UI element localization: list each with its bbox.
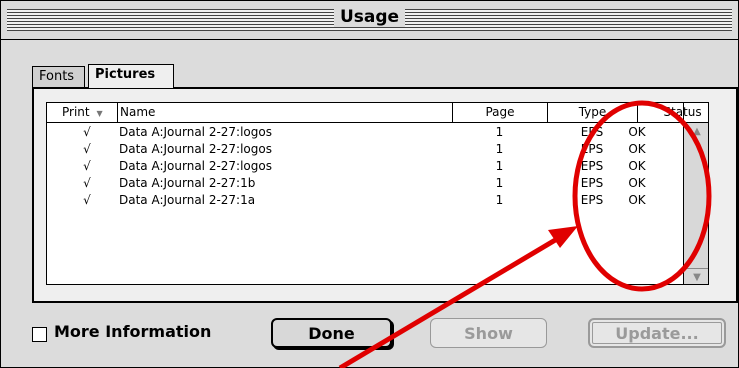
picture-name: Data A:Journal 2-27:logos — [119, 159, 272, 173]
column-header-print[interactable]: Print ▼ — [62, 103, 117, 122]
table-row[interactable]: √ Data A:Journal 2-27:1a 1 EPS OK — [47, 192, 682, 208]
picture-page: 1 — [495, 176, 504, 190]
picture-page: 1 — [495, 159, 504, 173]
print-check[interactable]: √ — [72, 158, 102, 174]
done-button[interactable]: Done — [271, 318, 392, 348]
scroll-down-arrow-icon[interactable]: ▼ — [684, 268, 708, 284]
print-check[interactable]: √ — [72, 175, 102, 191]
column-header-print-label: Print — [62, 105, 90, 119]
column-header-type[interactable]: Type — [547, 103, 637, 122]
picture-page: 1 — [495, 142, 504, 156]
tab-pictures[interactable]: Pictures — [88, 64, 174, 88]
table-row[interactable]: √ Data A:Journal 2-27:logos 1 EPS OK — [47, 158, 682, 174]
picture-name: Data A:Journal 2-27:logos — [119, 125, 272, 139]
picture-status: OK — [628, 125, 646, 139]
scroll-up-arrow-icon[interactable]: ▲ — [684, 123, 708, 139]
more-information-label[interactable]: More Information — [54, 322, 211, 341]
column-header-name[interactable]: Name — [117, 103, 452, 122]
update-button[interactable]: Update... — [588, 318, 726, 348]
picture-page: 1 — [495, 125, 504, 139]
picture-name: Data A:Journal 2-27:1a — [119, 193, 256, 207]
column-header-page[interactable]: Page — [452, 103, 547, 122]
show-button[interactable]: Show — [430, 318, 547, 348]
picture-status: OK — [628, 142, 646, 156]
table-row[interactable]: √ Data A:Journal 2-27:1b 1 EPS OK — [47, 175, 682, 191]
tab-fonts[interactable]: Fonts — [32, 66, 85, 88]
picture-status: OK — [628, 193, 646, 207]
column-header-spacer — [683, 103, 708, 122]
window-title: Usage — [1, 7, 738, 27]
print-check[interactable]: √ — [72, 141, 102, 157]
title-bar[interactable]: Usage — [1, 1, 738, 40]
picture-page: 1 — [495, 193, 504, 207]
picture-status: OK — [628, 159, 646, 173]
more-information-checkbox[interactable] — [32, 327, 47, 342]
picture-status: OK — [628, 176, 646, 190]
picture-name: Data A:Journal 2-27:logos — [119, 142, 272, 156]
vertical-scrollbar[interactable]: ▲ ▼ — [683, 123, 708, 284]
sort-triangle-icon[interactable]: ▼ — [96, 109, 102, 118]
print-check[interactable]: √ — [72, 124, 102, 140]
pictures-list[interactable]: Print ▼ Name Page Type Status √ Data A:J… — [46, 102, 709, 285]
table-row[interactable]: √ Data A:Journal 2-27:logos 1 EPS OK — [47, 124, 682, 140]
list-header: Print ▼ Name Page Type Status — [47, 103, 708, 123]
picture-name: Data A:Journal 2-27:1b — [119, 176, 256, 190]
print-check[interactable]: √ — [72, 192, 102, 208]
table-row[interactable]: √ Data A:Journal 2-27:logos 1 EPS OK — [47, 141, 682, 157]
